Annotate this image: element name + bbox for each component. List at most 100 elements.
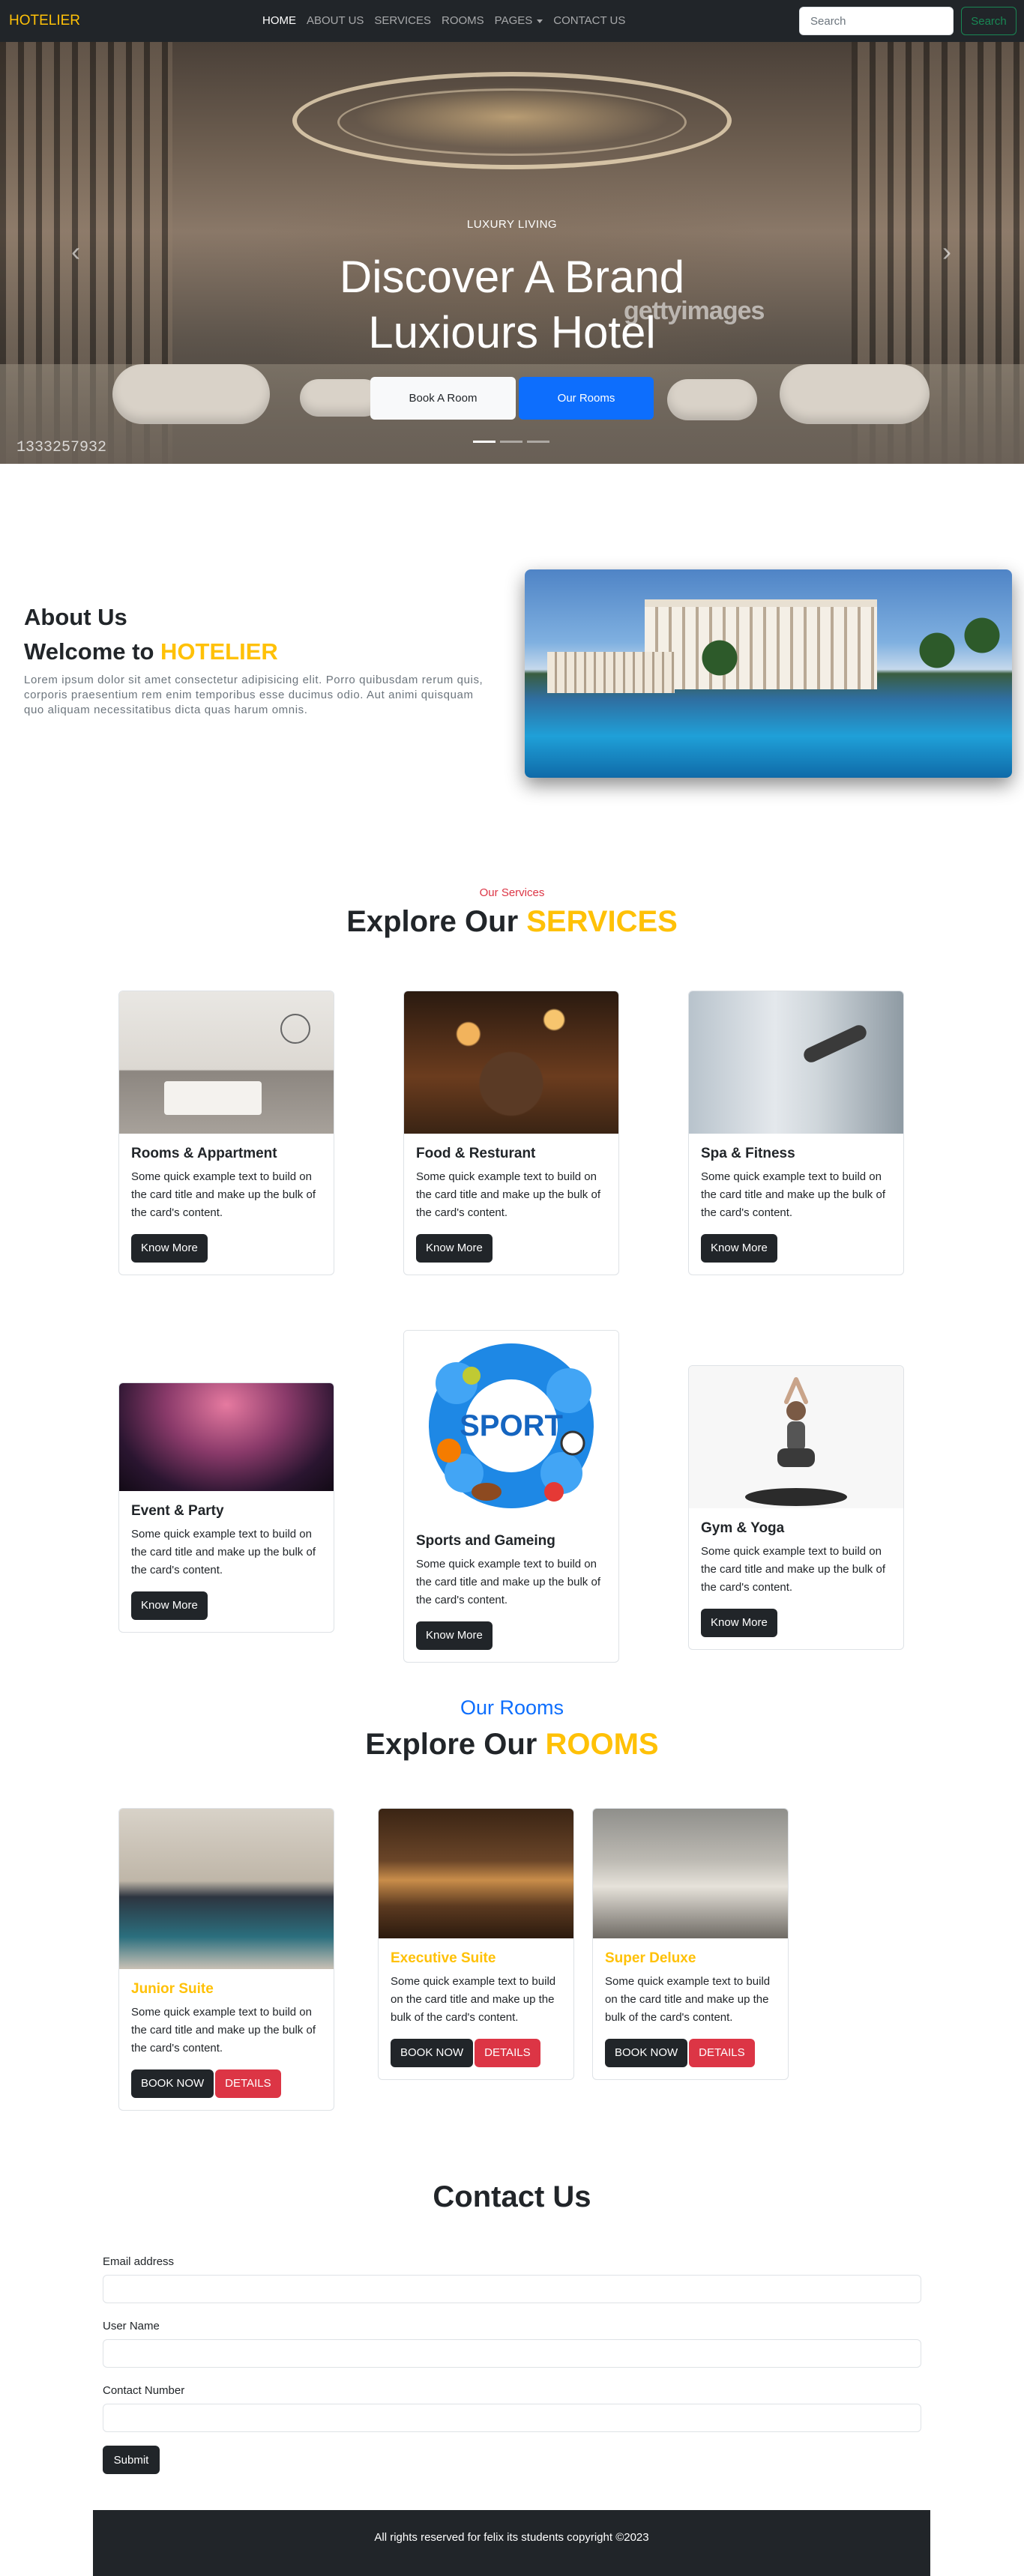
hero-chandelier-inner [337,88,687,156]
nav-link-services[interactable]: SERVICES [374,14,431,27]
card-title: Event & Party [131,1503,224,1519]
services-title: Explore Our SERVICES [0,905,1024,939]
service-card: Spa & Fitness Some quick example text to… [688,991,904,1275]
nav-dropdown-pages[interactable]: PAGES [495,14,543,27]
hotel-building [645,599,877,689]
know-more-button[interactable]: Know More [416,1621,493,1650]
username-field[interactable] [103,2339,921,2368]
contact-title: Contact Us [433,2180,591,2213]
know-more-button[interactable]: Know More [131,1234,208,1263]
room-image-executive [379,1809,573,1938]
room-text: Some quick example text to build on the … [391,1975,556,2024]
hero-carousel: gettyimages 1333257932 LUXURY LIVING Dis… [0,42,1024,464]
navbar: HOTELIER HOME ABOUT US SERVICES ROOMS PA… [0,0,1024,42]
details-button[interactable]: DETAILS [475,2039,540,2067]
room-card: Executive Suite Some quick example text … [378,1808,574,2080]
book-now-button[interactable]: BOOK NOW [605,2039,688,2067]
know-more-button[interactable]: Know More [416,1234,493,1263]
services-title-prefix: Explore Our [346,905,527,938]
palm-tree [960,614,1005,667]
card-title: Gym & Yoga [701,1520,785,1536]
room-text: Some quick example text to build on the … [605,1975,771,2024]
rooms-label: Our Rooms [460,1696,564,1719]
footer: All rights reserved for felix its studen… [93,2510,930,2576]
card-text: Some quick example text to build on the … [701,1545,885,1594]
watermark-id: 1333257932 [16,439,107,456]
nav-link-pages-label: PAGES [494,14,533,27]
nav-link-home[interactable]: HOME [262,14,296,27]
service-card: Food & Resturant Some quick example text… [403,991,619,1275]
rooms-title-prefix: Explore Our [365,1728,546,1761]
search-input[interactable] [799,7,954,35]
carousel-indicator[interactable] [527,441,549,443]
caret-down-icon [537,19,543,23]
card-title: Rooms & Appartment [131,1146,277,1161]
chevron-right-icon[interactable]: › [936,238,958,265]
our-rooms-button[interactable]: Our Rooms [519,377,654,420]
welcome-brand: HOTELIER [160,638,278,665]
carousel-indicator[interactable] [473,441,496,443]
services-label: Our Services [479,886,545,899]
room-title: Super Deluxe [605,1950,696,1966]
welcome-prefix: Welcome to [24,638,161,665]
room-text: Some quick example text to build on the … [131,2006,316,2055]
chevron-left-icon[interactable]: ‹ [64,238,87,265]
book-now-button[interactable]: BOOK NOW [391,2039,474,2067]
email-field[interactable] [103,2275,921,2303]
carousel-indicators [473,441,549,443]
service-image-food [404,991,618,1134]
about-hotel-image [525,569,1012,778]
sport-logo-text: SPORT [460,1409,563,1442]
book-now-button[interactable]: BOOK NOW [131,2069,214,2098]
sport-logo-icon: SPORT [429,1343,594,1508]
room-image-junior [119,1809,334,1969]
service-card: Rooms & Appartment Some quick example te… [118,991,334,1275]
card-text: Some quick example text to build on the … [131,1170,316,1219]
card-text: Some quick example text to build on the … [131,1528,316,1576]
yoga-figure-icon [745,1377,847,1506]
service-card: Gym & Yoga Some quick example text to bu… [688,1365,904,1650]
nav-link-about[interactable]: ABOUT US [307,14,364,27]
contact-number-label: Contact Number [103,2384,185,2397]
details-button[interactable]: DETAILS [689,2039,755,2067]
service-image-sport: SPORT [404,1331,618,1521]
room-title: Junior Suite [131,1981,214,1997]
room-title: Executive Suite [391,1950,496,1966]
contact-number-field[interactable] [103,2404,921,2432]
submit-button[interactable]: Submit [103,2446,160,2474]
card-text: Some quick example text to build on the … [701,1170,885,1219]
card-title: Food & Resturant [416,1146,536,1161]
room-image-deluxe [593,1809,788,1938]
about-text: Lorem ipsum dolor sit amet consectetur a… [24,674,484,716]
card-text: Some quick example text to build on the … [416,1170,600,1219]
hero-title: Discover A Brand Luxiours Hotel [339,252,685,357]
nav-link-contact[interactable]: CONTACT US [553,14,625,27]
service-image-room [119,991,334,1134]
details-button[interactable]: DETAILS [215,2069,281,2098]
service-image-party [119,1383,334,1491]
service-card: Event & Party Some quick example text to… [118,1382,334,1633]
carousel-indicator[interactable] [500,441,522,443]
card-title: Spa & Fitness [701,1146,795,1161]
room-card: Super Deluxe Some quick example text to … [592,1808,789,2080]
hero-subtitle: LUXURY LIVING [466,218,558,231]
know-more-button[interactable]: Know More [701,1609,777,1637]
know-more-button[interactable]: Know More [131,1591,208,1620]
rooms-title: Explore Our ROOMS [0,1728,1024,1762]
email-label: Email address [103,2255,175,2268]
hero-sofa [112,364,270,424]
footer-text: All rights reserved for felix its studen… [374,2531,649,2544]
username-label: User Name [103,2320,160,2332]
book-room-button[interactable]: Book A Room [370,377,516,420]
about-heading: About Us [24,604,127,630]
search-button[interactable]: Search [961,7,1017,35]
palm-tree [697,637,742,689]
palm-tree [915,629,960,682]
know-more-button[interactable]: Know More [701,1234,777,1263]
nav-link-rooms[interactable]: ROOMS [442,14,484,27]
service-card: SPORT Sports and Gameing Some quick exam… [403,1330,619,1663]
person-shape [801,1022,870,1065]
card-text: Some quick example text to build on the … [416,1558,600,1606]
service-image-yoga [689,1366,903,1508]
brand-logo[interactable]: HOTELIER [9,13,80,29]
